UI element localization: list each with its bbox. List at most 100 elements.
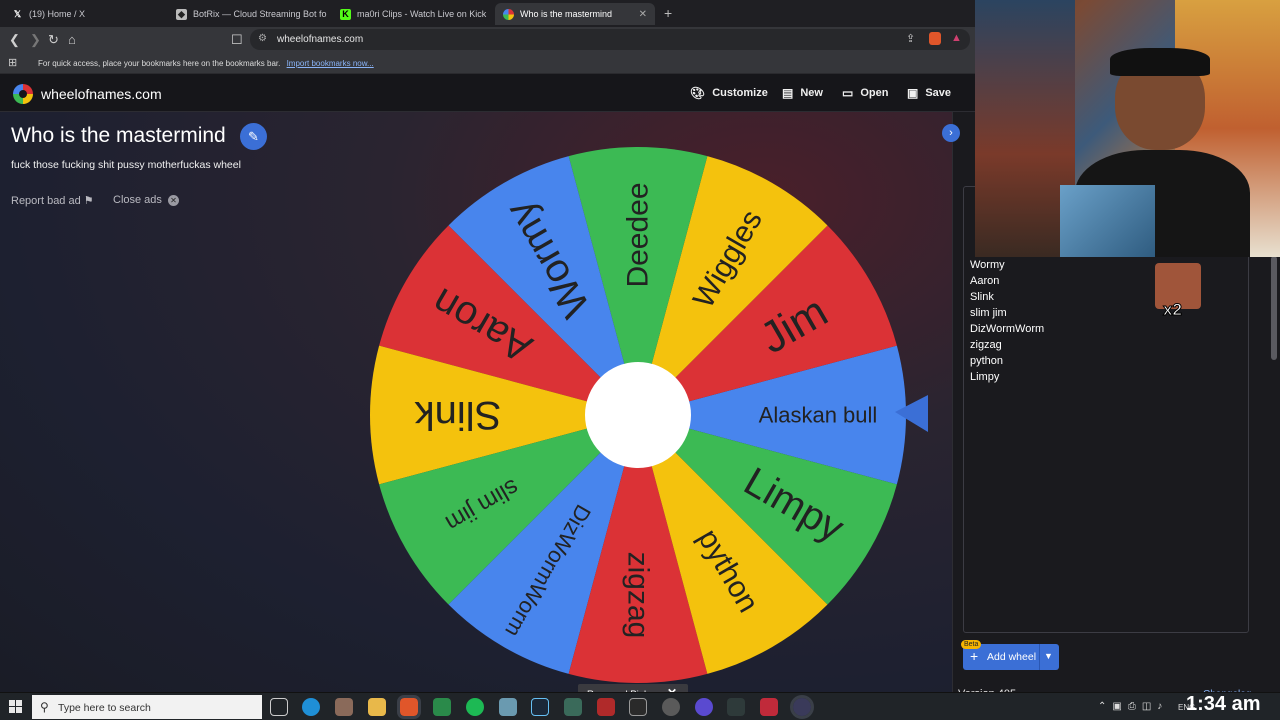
wheel[interactable]: Alaskan bullJimWigglesDeedeeWormyAaronSl… (340, 130, 940, 690)
bookmark-icon[interactable]: ☐ (231, 32, 243, 48)
bookmarks-bar: ⊞ For quick access, place your bookmarks… (0, 52, 975, 74)
close-ads-link[interactable]: Close ads ✕ (113, 194, 179, 206)
import-bookmarks-link[interactable]: Import bookmarks now... (287, 59, 374, 68)
browser-tab-strip: 𝕏 (19) Home / X ◆ BotRix — Cloud Streami… (0, 0, 975, 27)
edge-icon[interactable] (302, 698, 320, 716)
wheel-segment-label: Deedee (622, 182, 655, 287)
browser-tab-kick[interactable]: K ma0ri Clips - Watch Live on Kick (332, 3, 492, 25)
spotify-icon[interactable] (466, 698, 484, 716)
tab-label: Who is the mastermind (520, 9, 613, 19)
reload-icon[interactable]: ↻ (48, 32, 59, 48)
site-name[interactable]: wheelofnames.com (41, 86, 162, 102)
x-logo-icon: 𝕏 (13, 8, 22, 19)
beta-badge: Beta (961, 640, 982, 649)
browser-tab-x[interactable]: 𝕏 (19) Home / X (4, 3, 164, 25)
entry-line: Limpy (970, 371, 1000, 383)
taskbar-search[interactable]: ⚲ Type here to search (32, 695, 262, 719)
search-icon: ⚲ (40, 700, 49, 714)
pencil-icon: ✎ (248, 128, 259, 144)
foreground-object (1060, 185, 1155, 257)
brave-rewards-icon[interactable]: ▲ (951, 32, 962, 44)
entry-line: Aaron (970, 275, 1000, 287)
new-button[interactable]: ▤ New (782, 86, 823, 100)
save-button[interactable]: ▣ Save (907, 86, 951, 100)
url-field[interactable]: ⚙ wheelofnames.com ⇪ ▲ (250, 29, 970, 50)
entry-line: Slink (970, 291, 994, 303)
app-icon[interactable] (662, 698, 680, 716)
app-icon[interactable] (727, 698, 745, 716)
wheel-title: Who is the mastermind (11, 124, 226, 147)
back-icon[interactable]: ❮ (9, 32, 20, 48)
browser-tab-botrix[interactable]: ◆ BotRix — Cloud Streaming Bot fo (168, 3, 328, 25)
bookmarks-hint: For quick access, place your bookmarks h… (38, 59, 374, 68)
report-bad-ad-label: Report bad ad (11, 195, 81, 207)
discord-icon[interactable] (695, 698, 713, 716)
entry-line: Wormy (970, 259, 1005, 271)
task-view-icon[interactable] (270, 698, 288, 716)
bookmarks-hint-text: For quick access, place your bookmarks h… (38, 59, 281, 68)
apps-grid-icon[interactable]: ⊞ (8, 56, 17, 69)
file-icon: ▤ (782, 86, 794, 100)
collapse-sidebar-icon[interactable]: › (942, 124, 960, 142)
system-tray-icons[interactable]: ⌃▣⎙◫♪ (1098, 701, 1168, 712)
report-bad-ad-link[interactable]: Report bad ad ⚑ (11, 194, 94, 207)
app-icon[interactable] (564, 698, 582, 716)
open-button[interactable]: ▭ Open (842, 86, 888, 100)
wheel-segment-label: Slink (414, 393, 502, 437)
forward-icon[interactable]: ❯ (30, 32, 41, 48)
app-icon[interactable] (760, 698, 778, 716)
emote-multiplier: x2 (1163, 300, 1183, 320)
epic-games-icon[interactable] (629, 698, 647, 716)
windows-taskbar: ⚲ Type here to search (0, 692, 1280, 720)
close-circle-icon: ✕ (167, 195, 179, 206)
save-label: Save (925, 87, 952, 99)
start-button[interactable] (9, 700, 22, 713)
sidebar-scrollbar[interactable] (1271, 256, 1277, 360)
clock[interactable]: 1:34 am (1186, 693, 1261, 716)
site-info-icon[interactable]: ⚙ (258, 33, 267, 44)
divider (1039, 644, 1040, 670)
chevron-down-icon[interactable]: ▼ (1044, 651, 1053, 661)
new-tab-icon[interactable]: + (664, 5, 672, 21)
site-logo-icon[interactable] (13, 84, 33, 104)
wheel-segment-label: zigzag (622, 552, 655, 639)
file-explorer-icon[interactable] (368, 698, 386, 716)
wheel-description: fuck those fucking shit pussy motherfuck… (11, 159, 241, 171)
close-ads-label: Close ads (113, 194, 162, 206)
obs-icon[interactable] (790, 695, 814, 719)
steam-icon[interactable] (531, 698, 549, 716)
close-tab-icon[interactable]: ✕ (633, 9, 647, 20)
app-icon[interactable] (499, 698, 517, 716)
brave-browser-icon[interactable] (397, 695, 421, 719)
wheel-center[interactable] (585, 362, 691, 468)
plus-icon: + (970, 648, 979, 664)
tab-label: BotRix — Cloud Streaming Bot fo (193, 9, 327, 19)
share-icon[interactable]: ⇪ (906, 32, 915, 45)
browser-tab-wheel[interactable]: Who is the mastermind ✕ (495, 3, 655, 25)
search-placeholder: Type here to search (58, 702, 151, 714)
customize-button[interactable]: 🎨︎ Customize (690, 86, 768, 100)
home-icon[interactable]: ⌂ (68, 32, 76, 47)
entry-line: zigzag (970, 339, 1002, 351)
tab-label: (19) Home / X (29, 9, 86, 19)
flag-icon: ⚑ (83, 195, 94, 207)
customize-label: Customize (712, 87, 768, 99)
site-header: wheelofnames.com 🎨︎ Customize ▤ New ▭ Op… (0, 74, 975, 112)
beanie (1110, 48, 1210, 76)
app-icon[interactable] (597, 698, 615, 716)
url-text: wheelofnames.com (277, 34, 364, 45)
add-wheel-label: Add wheel (987, 651, 1037, 663)
kick-icon: K (340, 8, 351, 20)
botrix-icon: ◆ (176, 8, 187, 20)
app-icon[interactable] (335, 698, 353, 716)
entry-line: python (970, 355, 1004, 367)
tab-label: ma0ri Clips - Watch Live on Kick (357, 9, 487, 19)
store-icon[interactable] (433, 698, 451, 716)
new-label: New (800, 87, 823, 99)
edit-title-button[interactable]: ✎ (240, 123, 267, 150)
address-bar-row: ❮ ❯ ↻ ⌂ ☐ ⚙ wheelofnames.com ⇪ ▲ (0, 27, 975, 52)
palette-icon: 🎨︎ (690, 86, 706, 100)
brave-shield-icon[interactable] (929, 32, 941, 45)
entry-line: DizWormWorm (970, 323, 1045, 335)
wheel-icon (503, 8, 514, 20)
